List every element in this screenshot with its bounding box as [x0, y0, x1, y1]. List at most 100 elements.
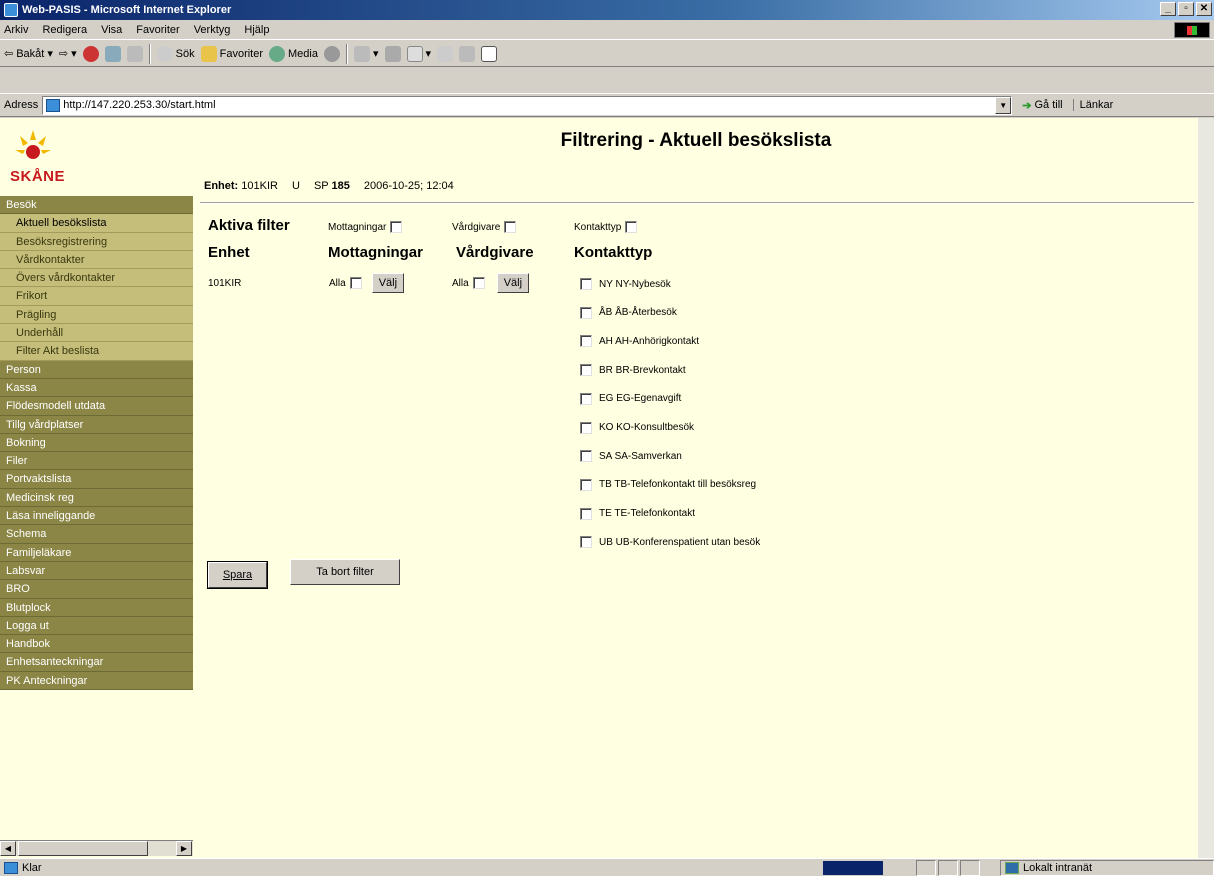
discuss-button[interactable] [437, 45, 454, 62]
print-button[interactable] [384, 45, 401, 62]
minimize-button[interactable]: _ [1160, 2, 1176, 16]
menu-redigera[interactable]: Redigera [42, 24, 87, 36]
stop-button[interactable] [82, 45, 99, 62]
scroll-thumb[interactable] [18, 841, 148, 856]
sidebar-item-tillg-vårdplatser[interactable]: Tillg vårdplatser [0, 415, 193, 434]
history-button[interactable] [323, 45, 340, 62]
active-vardgivare-checkbox[interactable] [504, 221, 517, 233]
refresh-icon [104, 45, 121, 62]
active-mottagningar-checkbox[interactable] [390, 221, 403, 233]
stop-icon [82, 45, 99, 62]
kontakttyp-checkbox[interactable] [580, 450, 592, 463]
menu-visa[interactable]: Visa [101, 24, 122, 36]
remove-filter-button[interactable]: Ta bort filter [290, 559, 400, 585]
research-button[interactable] [481, 45, 498, 62]
address-url: http://147.220.253.30/start.html [63, 99, 216, 111]
maximize-button[interactable]: ▫ [1178, 2, 1194, 16]
sidebar-item-labsvar[interactable]: Labsvar [0, 561, 193, 581]
active-filter-mottagningar: Mottagningar [328, 221, 403, 233]
sidebar-item-frikort[interactable]: Frikort [0, 287, 193, 306]
page-vertical-scrollbar[interactable] [1198, 118, 1214, 858]
sidebar-item-handbok[interactable]: Handbok [0, 635, 193, 654]
vardgivare-heading: Vårdgivare [456, 244, 534, 261]
go-button[interactable]: ➔ Gå till [1022, 99, 1062, 112]
kontakttyp-option: ÅB ÅB-Återbesök [580, 306, 677, 319]
edit-button[interactable]: ▾ [406, 45, 431, 62]
address-input[interactable]: http://147.220.253.30/start.html ▼ [42, 95, 1013, 115]
kontakttyp-checkbox[interactable] [580, 536, 592, 549]
sidebar-item-besök[interactable]: Besök [0, 196, 193, 215]
sidebar-item-enhetsanteckningar[interactable]: Enhetsanteckningar [0, 653, 193, 672]
sidebar-item-underhåll[interactable]: Underhåll [0, 324, 193, 343]
sidebar-item-flödesmodell-utdata[interactable]: Flödesmodell utdata [0, 397, 193, 416]
kontakttyp-label: SA SA-Samverkan [599, 450, 682, 462]
kontakttyp-checkbox[interactable] [580, 421, 592, 434]
sidebar-item-familjeläkare[interactable]: Familjeläkare [0, 543, 193, 562]
search-button[interactable]: Sök [156, 45, 195, 62]
save-button[interactable]: Spara [207, 561, 268, 589]
window-title: Web-PASIS - Microsoft Internet Explorer [22, 4, 232, 16]
page-title: Filtrering - Aktuell besökslista [560, 130, 832, 151]
kontakttyp-label: ÅB ÅB-Återbesök [599, 307, 677, 319]
home-button[interactable] [126, 45, 143, 62]
scroll-left-icon[interactable]: ◀ [0, 841, 16, 856]
sidebar-item-blutplock[interactable]: Blutplock [0, 598, 193, 617]
media-button[interactable]: Media [269, 45, 318, 62]
kontakttyp-checkbox[interactable] [580, 364, 592, 377]
menu-arkiv[interactable]: Arkiv [4, 24, 28, 36]
close-button[interactable]: ✕ [1196, 2, 1212, 16]
favorites-button[interactable]: Favoriter [200, 45, 263, 62]
sidebar-item-medicinsk-reg[interactable]: Medicinsk reg [0, 488, 193, 508]
sidebar-item-schema[interactable]: Schema [0, 525, 193, 544]
sidebar-item-person[interactable]: Person [0, 360, 193, 379]
back-button[interactable]: ⇦ Bakåt ▾ [4, 47, 53, 61]
sidebar-item-bro[interactable]: BRO [0, 580, 193, 599]
kontakttyp-checkbox[interactable] [580, 478, 592, 491]
datetime: 2006-10-25; 12:04 [363, 180, 454, 192]
sidebar-item-övers-vårdkontakter[interactable]: Övers vårdkontakter [0, 269, 193, 288]
sidebar-item-besöksregistrering[interactable]: Besöksregistrering [0, 232, 193, 251]
address-dropdown-icon[interactable]: ▼ [995, 96, 1012, 114]
kontakttyp-checkbox[interactable] [580, 392, 592, 405]
kontakttyp-option: SA SA-Samverkan [580, 450, 682, 463]
sidebar-item-filter-akt-beslista[interactable]: Filter Akt beslista [0, 342, 193, 361]
sidebar-nav: Besök Aktuell besökslista Besöksregistreri… [0, 196, 193, 691]
mottagningar-valj-button[interactable]: Välj [371, 273, 405, 293]
enhet-value: 101KIR [208, 278, 242, 289]
menu-favoriter[interactable]: Favoriter [136, 24, 179, 36]
sidebar-item-kassa[interactable]: Kassa [0, 378, 193, 398]
progress-indicator [823, 861, 883, 875]
vardgivare-alla-checkbox[interactable] [472, 277, 485, 289]
sidebar-item-läsa-inneliggande[interactable]: Läsa inneliggande [0, 507, 193, 526]
refresh-button[interactable] [104, 45, 121, 62]
kontakttyp-label: NY NY-Nybesök [599, 278, 671, 290]
mottagningar-alla-checkbox[interactable] [349, 277, 362, 289]
scroll-right-icon[interactable]: ▶ [176, 841, 192, 856]
sidebar-item-prägling[interactable]: Prägling [0, 305, 193, 325]
sidebar-item-vårdkontakter[interactable]: Vårdkontakter [0, 250, 193, 270]
sidebar-item-logga-ut[interactable]: Logga ut [0, 616, 193, 636]
kontakttyp-checkbox[interactable] [580, 278, 592, 290]
vardgivare-valj-button[interactable]: Välj [496, 273, 530, 293]
search-icon [156, 45, 173, 62]
kontakttyp-checkbox[interactable] [580, 306, 592, 319]
sidebar-item-bokning[interactable]: Bokning [0, 433, 193, 453]
menu-verktyg[interactable]: Verktyg [194, 24, 231, 36]
sidebar-item-aktuell-besökslista[interactable]: Aktuell besökslista [0, 214, 193, 233]
kontakttyp-checkbox[interactable] [580, 507, 592, 520]
active-kontakttyp-checkbox[interactable] [625, 221, 638, 233]
sidebar-item-filer[interactable]: Filer [0, 452, 193, 471]
kontakttyp-label: BR BR-Brevkontakt [599, 364, 686, 376]
sidebar-horizontal-scrollbar[interactable]: ◀ ▶ [0, 840, 193, 856]
security-zone: Lokalt intranät [1000, 860, 1214, 876]
kontakttyp-checkbox[interactable] [580, 335, 592, 348]
mail-button[interactable]: ▾ [353, 45, 379, 62]
messenger-button[interactable] [459, 45, 476, 62]
menu-hjalp[interactable]: Hjälp [244, 24, 269, 36]
kontakttyp-heading: Kontakttyp [574, 244, 653, 261]
forward-button[interactable]: ⇨ ▾ [59, 47, 77, 60]
sidebar-item-pk-anteckningar[interactable]: PK Anteckningar [0, 671, 193, 691]
intranet-icon [1005, 862, 1019, 874]
sidebar-item-portvaktslista[interactable]: Portvaktslista [0, 470, 193, 489]
links-button[interactable]: Länkar [1072, 99, 1113, 111]
